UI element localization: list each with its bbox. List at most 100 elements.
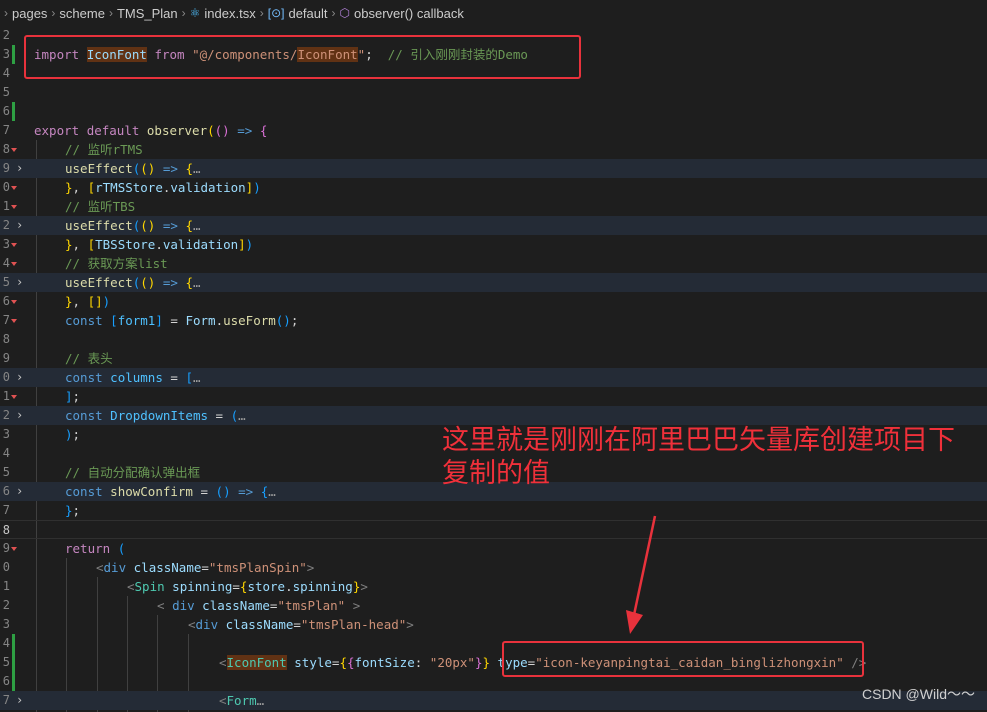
string: "tmsPlan-head" xyxy=(300,617,407,632)
fold-ellipsis[interactable]: … xyxy=(257,693,265,708)
identifier: validation xyxy=(170,180,246,195)
line-number: 6 xyxy=(2,484,10,498)
code-line[interactable]: 3 <div className="tmsPlan-head"> xyxy=(0,615,987,634)
line-number: 4 xyxy=(2,256,10,270)
jsx-tag: div xyxy=(103,560,127,575)
fold-expand-icon[interactable]: › xyxy=(16,216,28,235)
line-number: 6 xyxy=(2,294,10,308)
code-line[interactable]: 7 const [form1] = Form.useForm(); xyxy=(0,311,987,330)
jsx-component-highlight: IconFont xyxy=(226,655,287,670)
string: "tmsPlan" xyxy=(277,598,346,613)
fold-ellipsis[interactable]: … xyxy=(193,218,201,233)
fold-expand-icon[interactable]: › xyxy=(16,482,28,501)
fold-expand-icon[interactable]: › xyxy=(16,406,28,425)
line-number: 9 xyxy=(2,541,10,555)
code-line[interactable]: 9 return ( xyxy=(0,539,987,558)
identifier: Form xyxy=(185,313,216,328)
git-modified-marker xyxy=(12,634,15,653)
code-line-folded[interactable]: 9 › useEffect(() => {… xyxy=(0,159,987,178)
code-line[interactable]: 0 <div className="tmsPlanSpin"> xyxy=(0,558,987,577)
code-line[interactable]: 8 // 监听rTMS xyxy=(0,140,987,159)
line-number: 7 xyxy=(2,313,10,327)
keyword: default xyxy=(86,123,140,138)
line-number: 8 xyxy=(2,142,10,156)
git-modified-marker xyxy=(12,672,15,691)
fold-ellipsis[interactable]: … xyxy=(193,275,201,290)
identifier: spinning xyxy=(292,579,353,594)
git-deleted-marker xyxy=(11,319,17,323)
code-line-current[interactable]: 8 xyxy=(0,520,987,539)
git-deleted-marker xyxy=(11,395,17,399)
comment: // 自动分配确认弹出框 xyxy=(65,465,201,480)
comment: // 监听rTMS xyxy=(65,142,143,157)
code-line[interactable]: 6 }, []) xyxy=(0,292,987,311)
identifier: validation xyxy=(162,237,239,252)
annotation-text: 这里就是刚刚在阿里巴巴矢量库创建项目下 复制的值 xyxy=(442,424,955,490)
code-line[interactable]: 4 // 获取方案list xyxy=(0,254,987,273)
code-line[interactable]: 7 export default observer(() => { xyxy=(0,121,987,140)
keyword: const xyxy=(65,313,103,328)
code-line[interactable]: 1 // 监听TBS xyxy=(0,197,987,216)
breadcrumb-item-callback[interactable]: observer() callback xyxy=(354,6,464,21)
keyword: const xyxy=(65,408,103,423)
react-file-icon: ⚛ xyxy=(189,6,201,20)
jsx-tag: div xyxy=(195,617,219,632)
git-deleted-marker xyxy=(11,262,17,266)
jsx-attribute: style xyxy=(294,655,332,670)
line-number: 9 xyxy=(2,351,10,365)
git-modified-marker xyxy=(12,45,15,64)
code-line-folded[interactable]: 7 › <Form… xyxy=(0,691,987,710)
code-line[interactable]: 3 }, [TBSStore.validation]) xyxy=(0,235,987,254)
jsx-attribute: className xyxy=(202,598,270,613)
operator: => xyxy=(238,484,254,499)
code-line-folded[interactable]: 2 › useEffect(() => {… xyxy=(0,216,987,235)
annotation-line-1: 这里就是刚刚在阿里巴巴矢量库创建项目下 xyxy=(442,425,955,455)
breadcrumb-item-file[interactable]: index.tsx xyxy=(204,6,255,21)
code-line[interactable]: 0 }, [rTMSStore.validation]) xyxy=(0,178,987,197)
identifier: rTMSStore xyxy=(95,180,163,195)
code-line[interactable]: 8 xyxy=(0,330,987,349)
function-name: useEffect xyxy=(65,275,133,290)
code-line-folded[interactable]: 0 › const columns = [… xyxy=(0,368,987,387)
code-line[interactable]: 1 <Spin spinning={store.spinning}> xyxy=(0,577,987,596)
code-line[interactable]: 5 xyxy=(0,83,987,102)
function-name: useForm xyxy=(223,313,276,328)
line-number: 2 xyxy=(2,598,10,612)
line-number: 7 xyxy=(2,123,10,137)
comment: // 获取方案list xyxy=(65,256,168,271)
breadcrumb-item-scheme[interactable]: scheme xyxy=(59,6,105,21)
fold-expand-icon[interactable]: › xyxy=(16,691,28,710)
fold-expand-icon[interactable]: › xyxy=(16,159,28,178)
git-deleted-marker xyxy=(11,547,17,551)
line-number: 0 xyxy=(2,370,10,384)
breadcrumb-item-default[interactable]: default xyxy=(288,6,327,21)
code-line-folded[interactable]: 5 › useEffect(() => {… xyxy=(0,273,987,292)
breadcrumb-item-tms-plan[interactable]: TMS_Plan xyxy=(117,6,178,21)
fold-ellipsis[interactable]: … xyxy=(238,408,246,423)
code-line[interactable]: 1 ]; xyxy=(0,387,987,406)
line-number: 4 xyxy=(2,66,10,80)
code-line[interactable]: 7 }; xyxy=(0,501,987,520)
line-number: 5 xyxy=(2,655,10,669)
breadcrumb-item-pages[interactable]: pages xyxy=(12,6,47,21)
watermark: CSDN @Wild～～ xyxy=(862,686,975,702)
keyword: const xyxy=(65,484,103,499)
identifier: store xyxy=(247,579,286,594)
chevron-right-icon: › xyxy=(181,6,186,20)
jsx-attribute: className xyxy=(225,617,294,632)
code-line[interactable]: 6 xyxy=(0,102,987,121)
code-line[interactable]: 9 // 表头 xyxy=(0,349,987,368)
code-editor[interactable]: 2 3 import IconFont from "@/components/I… xyxy=(0,26,987,712)
fold-expand-icon[interactable]: › xyxy=(16,273,28,292)
line-number: 0 xyxy=(2,560,10,574)
identifier: fontSize xyxy=(354,655,415,670)
fold-expand-icon[interactable]: › xyxy=(16,368,28,387)
line-number: 8 xyxy=(2,332,10,346)
fold-ellipsis[interactable]: … xyxy=(193,370,201,385)
fold-ellipsis[interactable]: … xyxy=(268,484,276,499)
line-number: 3 xyxy=(2,617,10,631)
code-line[interactable]: 2 < div className="tmsPlan" > xyxy=(0,596,987,615)
code-line-folded[interactable]: 2 › const DropdownItems = (… xyxy=(0,406,987,425)
chevron-right-icon: › xyxy=(51,6,56,20)
fold-ellipsis[interactable]: … xyxy=(193,161,201,176)
